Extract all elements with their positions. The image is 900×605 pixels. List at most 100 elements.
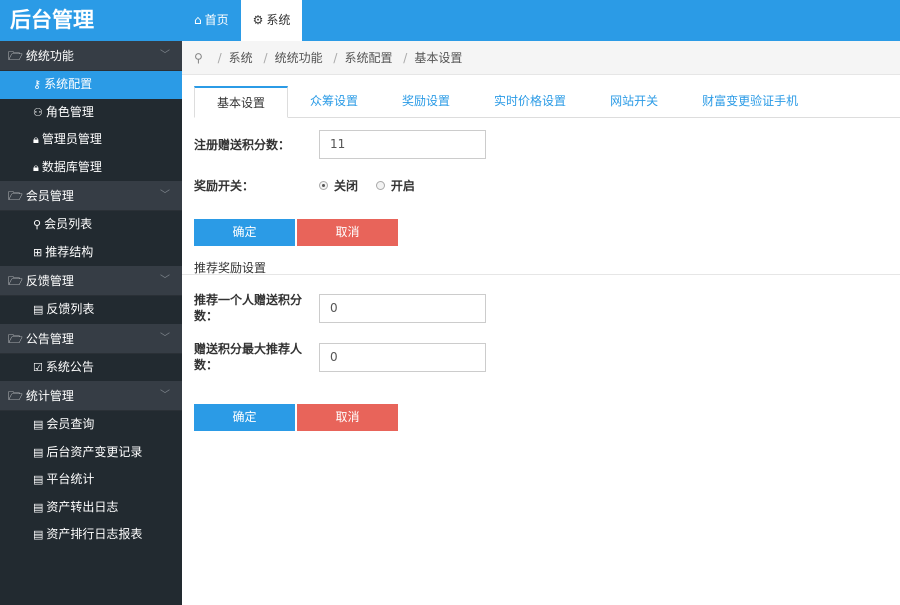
sidebar: 🗁 统统功能 ﹀ ⚷ 系统配置 ⚇ 角色管理 🔒︎ 管理员管理 🔒︎ 数据库管理 🗁 会员管… xyxy=(0,41,182,605)
max-referrals-label: 赠送积分最大推荐人数： xyxy=(194,342,303,372)
sidebar-item-asset-change-log[interactable]: ▤ 后台资产变更记录 xyxy=(0,439,182,467)
document-icon: ▤ xyxy=(33,473,44,486)
chevron-down-icon: ﹀ xyxy=(160,190,170,201)
cancel-button-2[interactable]: 取消 xyxy=(297,404,398,431)
sidebar-group-members[interactable]: 🗁 会员管理 ﹀ xyxy=(0,181,182,211)
breadcrumb-item-config[interactable]: 系统配置 xyxy=(344,51,392,65)
sidebar-item-label: 会员列表 xyxy=(44,217,93,231)
confirm-button[interactable]: 确定 xyxy=(194,219,295,246)
folder-icon: 🗁 xyxy=(8,189,23,203)
radio-on[interactable] xyxy=(375,181,385,190)
breadcrumb: ⚲ / 系统 / 统统功能 / 系统配置 / 基本设置 xyxy=(182,41,900,75)
radio-on-label[interactable]: 开启 xyxy=(391,179,415,193)
document-icon: ▤ xyxy=(33,528,44,541)
chevron-down-icon: ﹀ xyxy=(160,390,170,401)
breadcrumb-item-basic: 基本设置 xyxy=(414,51,463,65)
register-points-label: 注册赠送积分数： xyxy=(194,137,291,152)
sidebar-group-notice[interactable]: 🗁 公告管理 ﹀ xyxy=(0,323,182,354)
topnav-home-label: 首页 xyxy=(204,13,229,27)
gear-icon: ⚙ xyxy=(252,13,264,27)
breadcrumb-separator: / xyxy=(403,51,408,65)
max-referrals-input[interactable]: 0 xyxy=(319,342,486,372)
sidebar-group-label: 反馈管理 xyxy=(25,274,74,288)
sidebar-item-member-list[interactable]: ⚲ 会员列表 xyxy=(0,211,182,239)
cancel-button[interactable]: 取消 xyxy=(297,219,398,246)
sidebar-group-label: 会员管理 xyxy=(25,189,74,203)
register-points-input[interactable]: 11 xyxy=(319,130,486,159)
sidebar-group-label: 公告管理 xyxy=(25,331,74,346)
radio-off-label[interactable]: 关闭 xyxy=(334,179,358,193)
user-icon: ⚲ xyxy=(33,218,42,231)
sidebar-item-asset-ranking-report[interactable]: ▤ 资产排行日志报表 xyxy=(0,521,182,549)
topnav-system[interactable]: ⚙ 系统 xyxy=(240,0,303,41)
app-logo: 后台管理 xyxy=(0,0,182,41)
reward-switch-radios: 关闭 开启 xyxy=(319,177,429,194)
form-row-register-points: 注册赠送积分数： 11 xyxy=(194,130,486,159)
folder-icon: 🗁 xyxy=(8,389,23,403)
sidebar-group-stats[interactable]: 🗁 统计管理 ﹀ xyxy=(0,381,182,411)
sidebar-item-label: 数据库管理 xyxy=(41,159,102,174)
section-divider xyxy=(182,274,900,275)
sidebar-item-member-query[interactable]: ▤ 会员查询 xyxy=(0,411,182,439)
form-row-reward-switch: 奖励开关： 关闭 开启 xyxy=(194,177,429,194)
form-row-max-referrals: 赠送积分最大推荐人数： 0 xyxy=(194,341,486,373)
tab-basic-settings[interactable]: 基本设置 xyxy=(194,86,289,118)
topnav-system-label: 系统 xyxy=(266,13,291,27)
chevron-down-icon: ﹀ xyxy=(160,332,170,344)
sidebar-item-label: 平台统计 xyxy=(46,472,95,486)
chevron-down-icon: ﹀ xyxy=(160,275,170,286)
tab-wealth-change-phone[interactable]: 财富变更验证手机 xyxy=(680,86,820,118)
top-nav: ⌂ 首页 ⚙ 系统 xyxy=(182,0,303,41)
breadcrumb-separator: / xyxy=(333,51,338,65)
refer-points-label: 推荐一个人赠送积分数： xyxy=(194,293,303,323)
users-icon: ⚇ xyxy=(33,105,43,119)
sidebar-group-label: 统统功能 xyxy=(25,49,74,63)
tab-reward-settings[interactable]: 奖励设置 xyxy=(380,86,472,118)
sidebar-item-roles[interactable]: ⚇ 角色管理 xyxy=(0,99,182,127)
sidebar-item-referral-tree[interactable]: ⊞ 推荐结构 xyxy=(0,239,182,267)
chevron-down-icon: ﹀ xyxy=(160,50,170,61)
sidebar-item-label: 后台资产变更记录 xyxy=(46,444,143,459)
sidebar-item-label: 系统公告 xyxy=(45,359,94,374)
main-content: ⚲ / 系统 / 统统功能 / 系统配置 / 基本设置 基本设置 众筹设置 奖励设置 实… xyxy=(182,41,900,605)
sidebar-group-feedback[interactable]: 🗁 反馈管理 ﹀ xyxy=(0,266,182,296)
radio-off[interactable] xyxy=(319,181,328,190)
refer-points-input[interactable]: 0 xyxy=(319,293,486,323)
confirm-button-2[interactable]: 确定 xyxy=(194,404,295,431)
folder-icon: 🗁 xyxy=(8,331,23,346)
sidebar-group-system[interactable]: 🗁 统统功能 ﹀ xyxy=(0,41,182,71)
reward-switch-label: 奖励开关： xyxy=(194,178,255,193)
sidebar-item-asset-transfer-log[interactable]: ▤ 资产转出日志 xyxy=(0,494,182,522)
sidebar-item-system-notice[interactable]: ☑ 系统公告 xyxy=(0,354,182,382)
lock-icon: 🔒︎ xyxy=(33,160,39,174)
breadcrumb-item-system[interactable]: 系统 xyxy=(229,51,253,65)
sidebar-item-feedback-list[interactable]: ▤ 反馈列表 xyxy=(0,296,182,324)
topnav-home[interactable]: ⌂ 首页 xyxy=(182,0,241,41)
sidebar-item-label: 会员查询 xyxy=(46,417,95,431)
breadcrumb-separator: / xyxy=(263,51,268,65)
sidebar-item-label: 管理员管理 xyxy=(41,132,102,146)
document-icon: ▤ xyxy=(33,418,44,431)
sidebar-item-label: 系统配置 xyxy=(44,77,93,91)
breadcrumb-separator: / xyxy=(217,51,222,65)
grid-icon: ⊞ xyxy=(33,245,43,259)
sidebar-item-database[interactable]: 🔒︎ 数据库管理 xyxy=(0,154,182,182)
sidebar-item-label: 反馈列表 xyxy=(46,302,95,316)
sidebar-item-platform-stats[interactable]: ▤ 平台统计 xyxy=(0,466,182,494)
home-icon: ⌂ xyxy=(194,13,202,27)
sidebar-item-admins[interactable]: 🔒︎ 管理员管理 xyxy=(0,126,182,154)
location-pin-icon: ⚲ xyxy=(194,51,203,65)
checkbox-icon: ☑ xyxy=(33,360,43,374)
tab-realtime-price-settings[interactable]: 实时价格设置 xyxy=(472,86,588,118)
sidebar-item-label: 资产排行日志报表 xyxy=(46,527,143,541)
sidebar-item-label: 推荐结构 xyxy=(45,244,94,259)
breadcrumb-item-functions[interactable]: 统统功能 xyxy=(275,51,323,65)
tab-crowdfunding-settings[interactable]: 众筹设置 xyxy=(288,86,380,118)
lock-icon: 🔒︎ xyxy=(33,133,39,146)
sidebar-item-system-config[interactable]: ⚷ 系统配置 xyxy=(0,71,182,99)
document-icon: ▤ xyxy=(33,303,44,316)
wrench-icon: ⚷ xyxy=(33,78,42,91)
tab-site-switch[interactable]: 网站开关 xyxy=(588,86,680,118)
document-icon: ▤ xyxy=(33,445,44,459)
folder-icon: 🗁 xyxy=(8,274,23,288)
